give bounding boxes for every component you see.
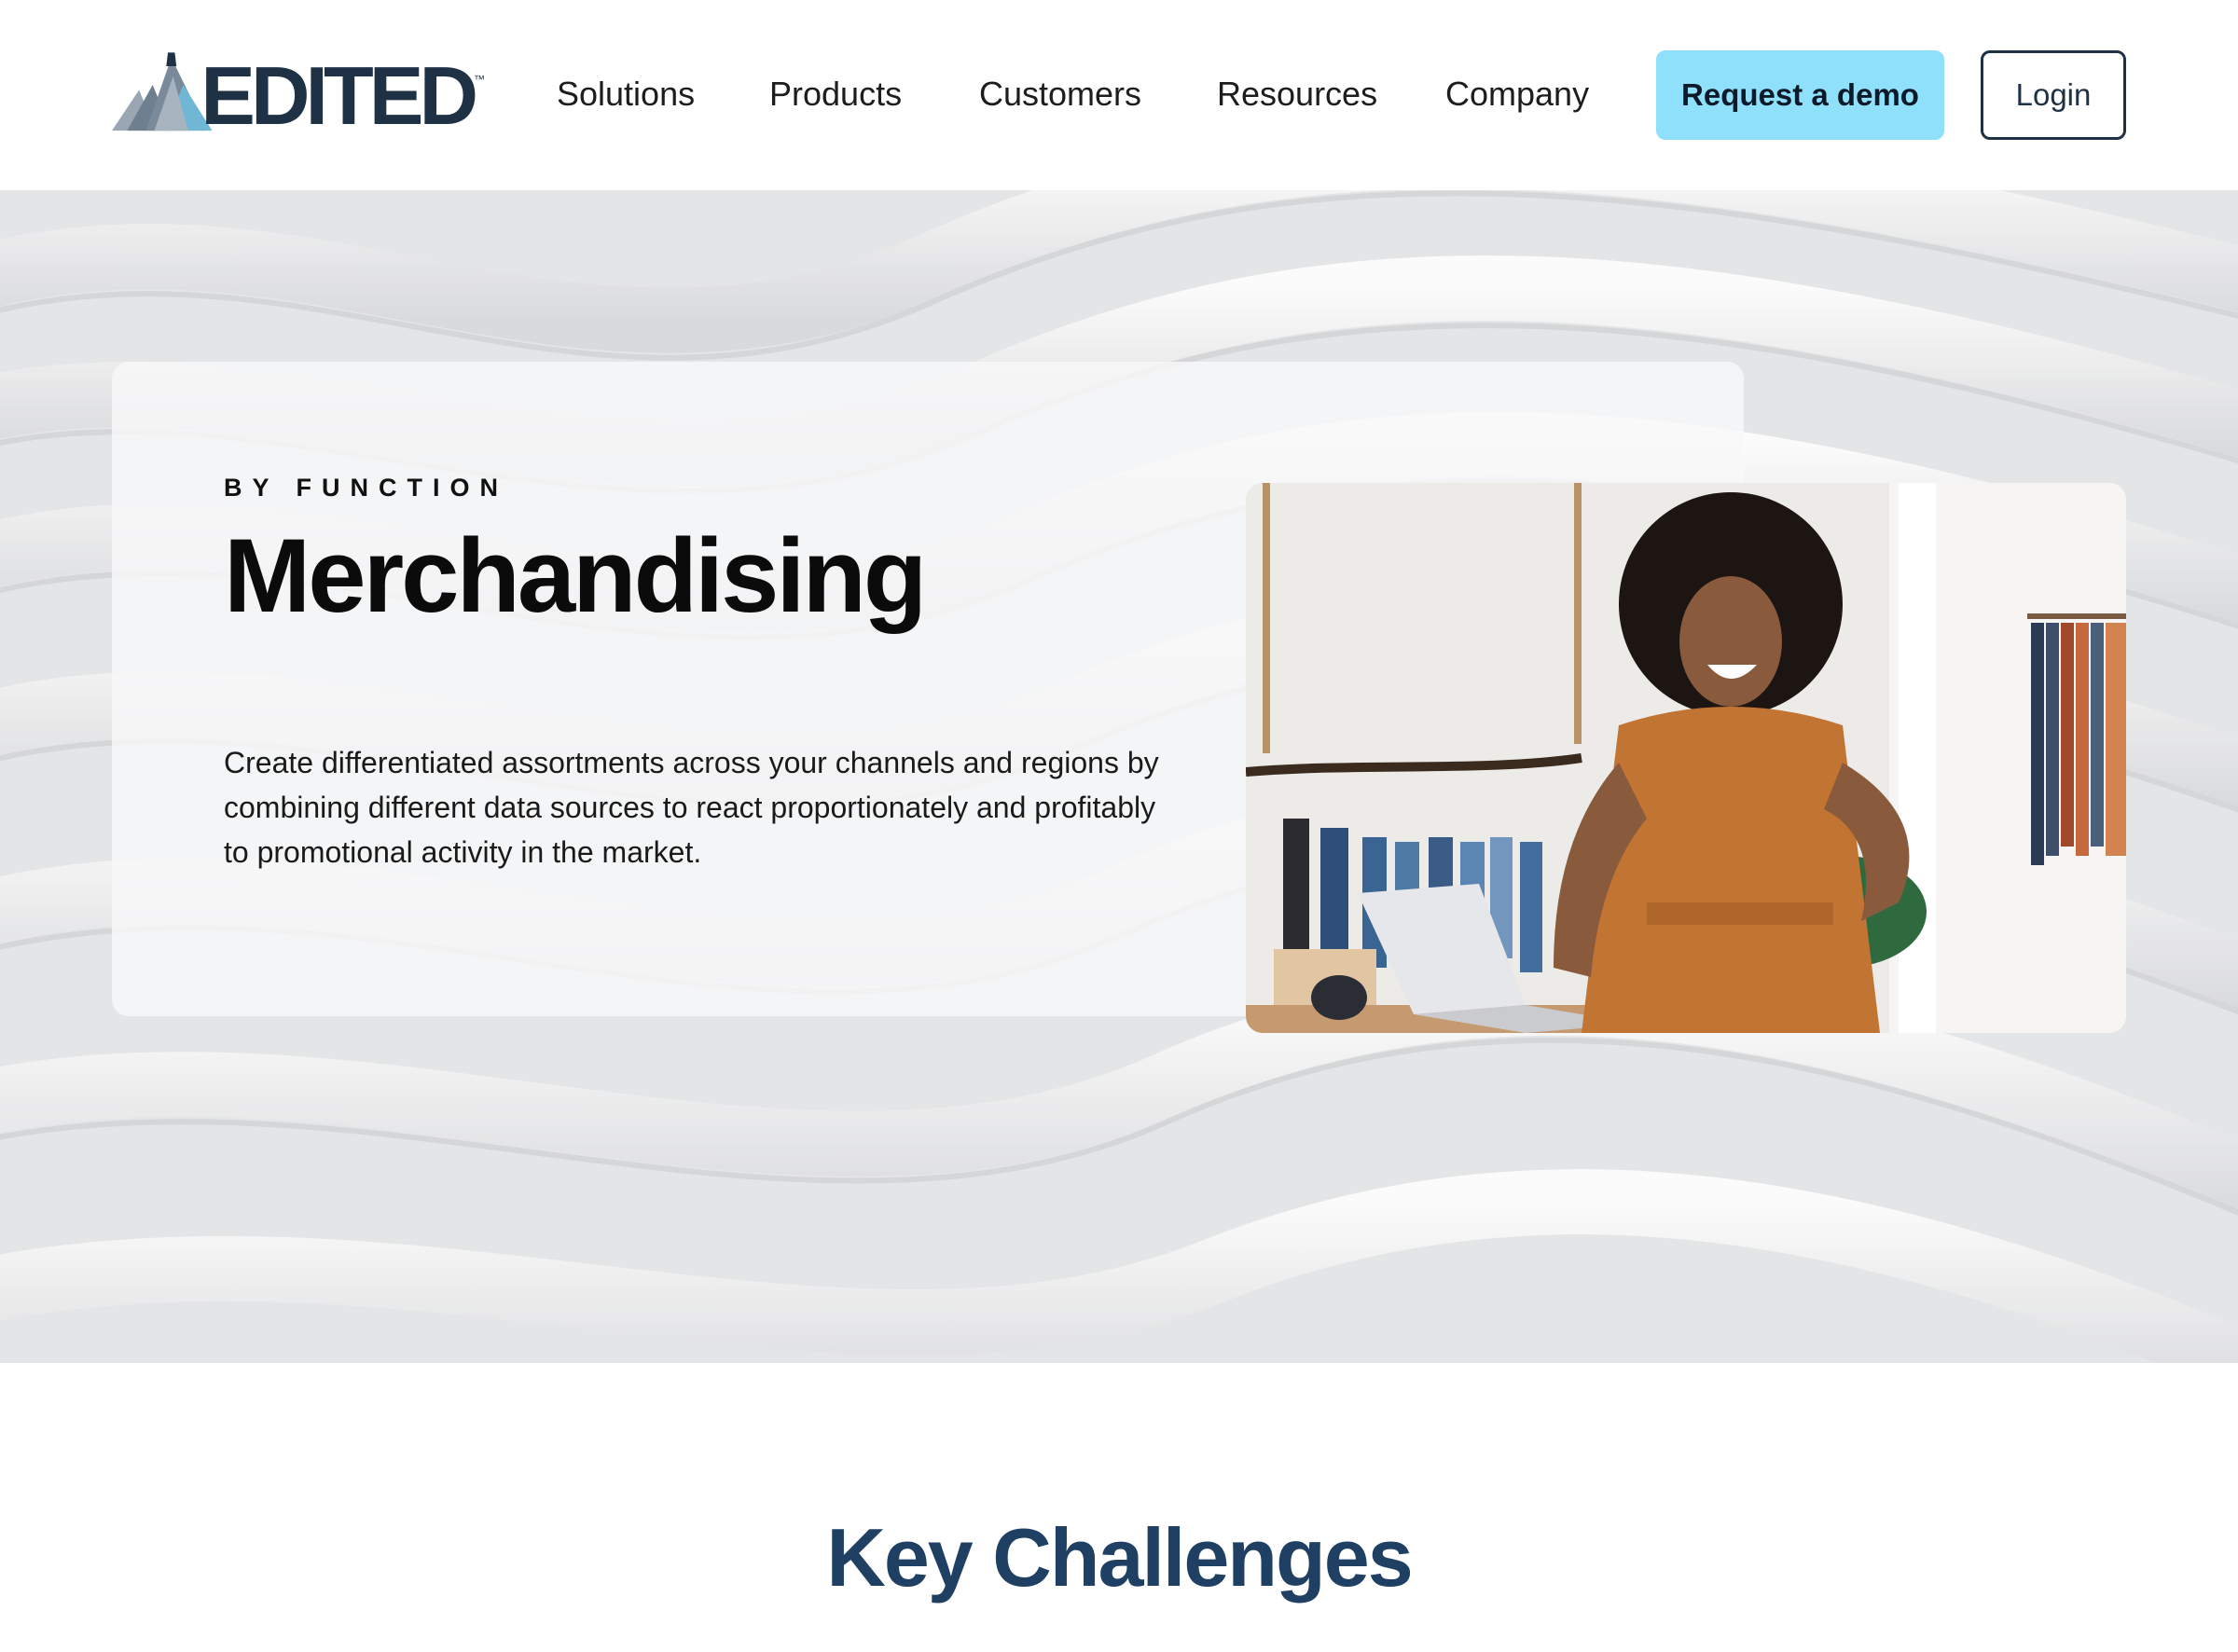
nav-resources[interactable]: Resources — [1217, 75, 1377, 114]
hero-photo — [1246, 483, 2126, 1033]
nav-customers[interactable]: Customers — [979, 75, 1141, 114]
site-header: EDITED ™ Solutions Products Customers Re… — [0, 0, 2238, 190]
nav-products[interactable]: Products — [769, 75, 902, 114]
edited-logo[interactable]: EDITED ™ — [112, 47, 485, 142]
store-owner-illustration — [1246, 483, 2126, 1033]
login-button[interactable]: Login — [1981, 50, 2126, 140]
trademark-mark: ™ — [474, 73, 485, 86]
hero-eyebrow: BY FUNCTION — [224, 474, 509, 502]
request-demo-button[interactable]: Request a demo — [1656, 50, 1944, 140]
page-title: Merchandising — [224, 517, 927, 634]
hero-description: Create differentiated assortments across… — [224, 746, 1159, 869]
key-challenges-heading: Key Challenges — [826, 1511, 1413, 1604]
nav-solutions[interactable]: Solutions — [557, 75, 695, 114]
nav-company[interactable]: Company — [1445, 75, 1589, 114]
mountain-logo-icon — [112, 52, 213, 131]
brand-name: EDITED — [200, 49, 478, 142]
